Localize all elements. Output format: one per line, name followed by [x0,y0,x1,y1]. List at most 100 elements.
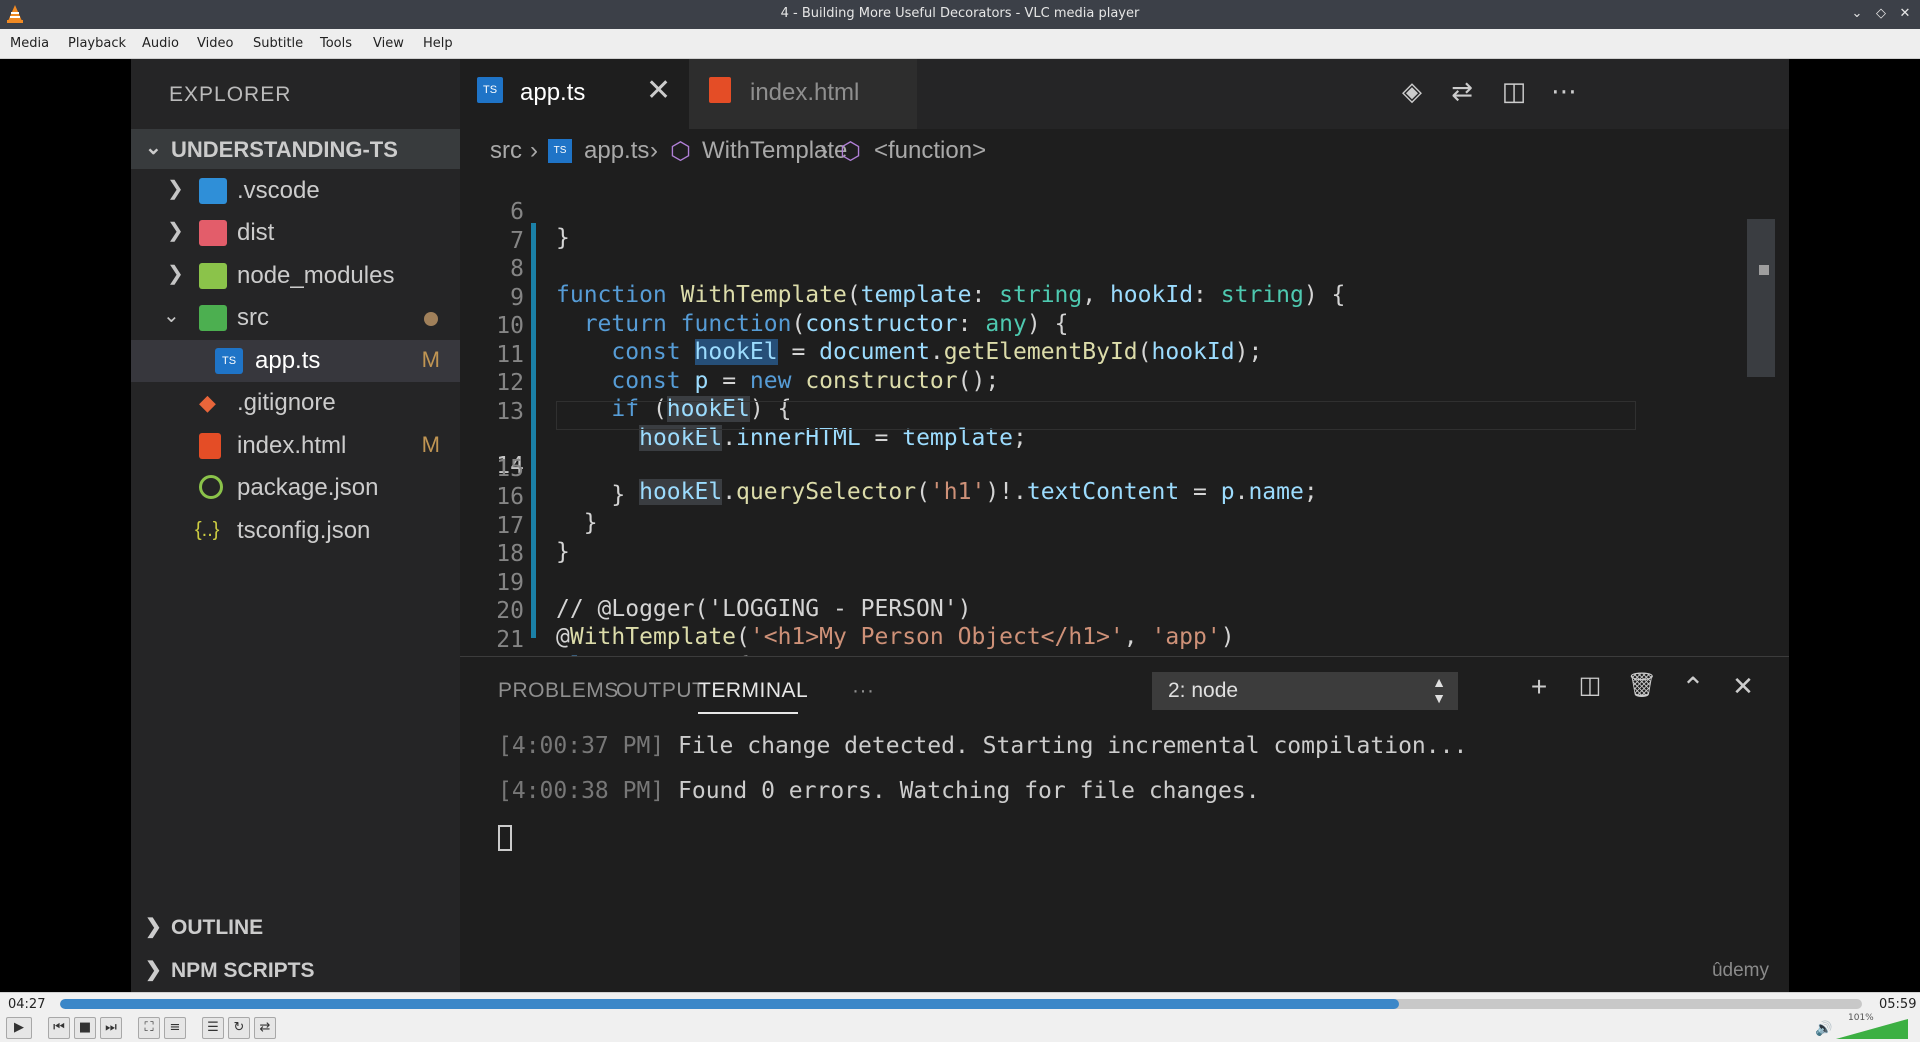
menu-help[interactable]: Help [423,36,453,51]
tab-label: app.ts [520,79,586,106]
menu-video[interactable]: Video [197,36,233,51]
terminal-line: [4:00:37 PM] File change detected. Start… [498,733,1468,759]
menu-subtitle[interactable]: Subtitle [253,36,303,51]
tab-problems[interactable]: PROBLEMS [498,679,619,703]
menu-view[interactable]: View [373,36,404,51]
tab-terminal[interactable]: TERMINAL [698,679,808,703]
explorer-sidebar: EXPLORER ⌄ UNDERSTANDING-TS ❯ .vscode ❯ … [131,59,460,992]
chevron-right-icon: ❯ [167,220,184,242]
player-controls: 04:27 05:59 ▶ ⏮ ■ ⏭ ⛶ ≡ ☰ ↻ ⇄ 🔊 101% [0,992,1920,1042]
open-changes-icon[interactable]: ⇄ [1445,77,1479,111]
new-terminal-icon[interactable]: + [1521,671,1557,707]
terminal-select-value: 2: node [1168,679,1239,702]
code-line: 11 const p = new constructor(); [460,316,1789,394]
fullscreen-icon[interactable]: ⛶ [138,1017,160,1039]
project-name: UNDERSTANDING-TS [171,137,398,162]
window-titlebar: 4 - Building More Useful Decorators - VL… [0,0,1920,29]
tree-item-src[interactable]: ⌄ src [131,297,460,339]
json-icon: {..} [195,519,220,541]
tab-app-ts[interactable]: TS app.ts ✕ [460,59,689,129]
active-tab-indicator [698,712,798,714]
chevron-right-icon: › [530,137,538,164]
modified-dot [424,312,438,326]
extended-settings-icon[interactable]: ≡ [164,1017,186,1039]
menu-media[interactable]: Media [10,36,49,51]
loop-icon[interactable]: ↻ [228,1017,250,1039]
tree-item-dist[interactable]: ❯ dist [131,212,460,254]
split-terminal-icon[interactable]: ◫ [1572,671,1608,707]
function-cube-icon: ⬡ [840,138,861,165]
total-time: 05:59 [1879,997,1917,1012]
next-icon[interactable]: ⏭ [100,1017,122,1039]
terminal-cursor [498,825,512,851]
modified-badge: M [421,347,440,372]
breadcrumb-inner-function[interactable]: <function> [874,137,986,165]
breadcrumb: src › TS app.ts › ⬡ WithTemplate › ⬡ <fu… [460,129,1789,173]
tree-item-tsconfig-json[interactable]: {..} tsconfig.json [131,510,460,552]
chevron-down-icon: ⌄ [163,305,180,327]
stop-icon[interactable]: ■ [74,1017,96,1039]
trash-icon[interactable]: 🗑 [1624,671,1660,707]
code-line: 12 if (hookEl) { [460,344,1789,422]
tree-label: tsconfig.json [237,517,371,544]
more-panels-icon[interactable]: ··· [852,679,874,703]
code-line-current: 14 hookEl.querySelector('h1')!.textConte… [460,401,1789,505]
code-line: 13 hookEl.innerHTML = template; [460,373,1789,451]
dist-folder-icon [199,220,227,246]
restore-icon[interactable]: ◇ [1872,5,1890,23]
volume-icon[interactable]: 🔊 [1815,1021,1832,1037]
chevron-up-icon[interactable]: ⌃ [1675,671,1711,707]
close-panel-icon[interactable]: ✕ [1725,671,1761,707]
section-npm-scripts[interactable]: ❯ NPM SCRIPTS [131,949,460,991]
tree-label: src [237,304,269,331]
volume-level: 101% [1848,1013,1874,1023]
tree-label: app.ts [255,347,321,374]
code-line: 17 } [460,487,1789,565]
chevron-right-icon: ❯ [167,178,184,200]
seek-bar[interactable] [60,999,1862,1009]
tree-item-node-modules[interactable]: ❯ node_modules [131,255,460,297]
tree-item-index-html[interactable]: index.html M [131,425,460,467]
modified-badge: M [421,432,440,457]
tree-item-vscode[interactable]: ❯ .vscode [131,170,460,212]
play-icon[interactable]: ▶ [6,1017,32,1039]
split-editor-icon[interactable]: ◫ [1497,77,1531,111]
menu-playback[interactable]: Playback [68,36,126,51]
more-actions-icon[interactable]: ⋯ [1547,77,1581,111]
tree-item-app-ts[interactable]: TS app.ts M [131,340,460,382]
minimize-icon[interactable]: ⌄ [1848,5,1866,23]
git-compare-icon[interactable]: ◈ [1395,77,1429,111]
close-window-icon[interactable]: ✕ [1896,5,1914,23]
breadcrumb-file[interactable]: app.ts [584,137,649,165]
line-number: 21 [496,626,524,653]
code-line: 6 } [460,173,1789,251]
code-line: 18 [460,515,1789,567]
chevron-down-icon: ⌄ [145,137,162,159]
video-area[interactable]: EXPLORER ⌄ UNDERSTANDING-TS ❯ .vscode ❯ … [0,59,1920,992]
tree-item-package-json[interactable]: package.json [131,467,460,509]
chevron-right-icon: ❯ [167,263,184,285]
tree-item-gitignore[interactable]: ◆ .gitignore [131,382,460,424]
project-header[interactable]: ⌄ UNDERSTANDING-TS [131,129,460,169]
tab-index-html[interactable]: index.html [689,59,917,129]
tab-output[interactable]: OUTPUT [616,679,705,703]
breadcrumb-src[interactable]: src [490,137,522,165]
editor-tabs: TS app.ts ✕ index.html ◈ ⇄ ◫ ⋯ [460,59,1789,129]
section-label: OUTLINE [171,916,264,939]
previous-icon[interactable]: ⏮ [48,1017,70,1039]
tree-label: .gitignore [237,389,336,416]
playlist-icon[interactable]: ☰ [202,1017,224,1039]
menu-tools[interactable]: Tools [320,36,352,51]
seek-progress [60,999,1399,1009]
section-outline[interactable]: ❯ OUTLINE [131,906,460,948]
code-editor[interactable]: 6 } 7 8 function WithTemplate(template: … [460,173,1789,679]
code-line: 19 // @Logger('LOGGING - PERSON') [460,544,1789,622]
terminal-select[interactable]: 2: node ▲ ▼ [1152,672,1458,710]
close-icon[interactable]: ✕ [646,73,671,108]
code-line: 20 @WithTemplate('<h1>My Person Object</… [460,572,1789,650]
chevron-right-icon: › [820,137,828,164]
menu-audio[interactable]: Audio [142,36,179,51]
shuffle-icon[interactable]: ⇄ [254,1017,276,1039]
code-line: 9 return function(constructor: any) { [460,259,1789,337]
git-icon: ◆ [199,390,216,415]
